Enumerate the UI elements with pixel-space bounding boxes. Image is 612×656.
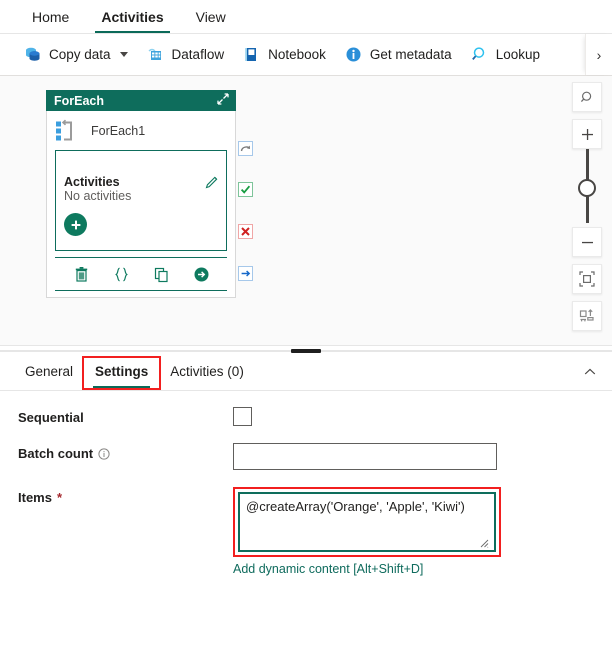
arrow-right-icon [241, 270, 251, 277]
tab-general[interactable]: General [14, 358, 84, 388]
pencil-icon[interactable] [205, 175, 219, 189]
plus-icon [71, 220, 80, 229]
batch-count-input[interactable] [233, 443, 497, 470]
dataflow-button[interactable]: Dataflow [137, 41, 234, 68]
magnifier-icon [580, 91, 591, 102]
items-textarea[interactable] [238, 492, 496, 552]
notebook-button[interactable]: Notebook [233, 41, 335, 68]
curly-braces-icon[interactable] [113, 266, 130, 283]
minus-icon [581, 241, 593, 243]
on-completion-connector[interactable] [238, 266, 253, 281]
sequential-checkbox[interactable] [233, 407, 252, 426]
properties-tab-bar: General Settings Activities (0) [0, 355, 612, 391]
properties-panel: General Settings Activities (0) Sequenti… [0, 355, 612, 576]
zoom-search-button[interactable] [572, 82, 602, 112]
zoom-slider-knob[interactable] [578, 179, 596, 197]
get-metadata-button[interactable]: Get metadata [335, 41, 461, 68]
foreach-activity-row: ForEach1 [47, 111, 235, 149]
foreach-activities-container[interactable]: Activities No activities [55, 150, 227, 251]
required-marker: * [56, 490, 63, 505]
dataflow-icon [146, 45, 165, 64]
tab-activities[interactable]: Activities (0) [159, 358, 255, 388]
no-activities-text: No activities [64, 189, 132, 203]
field-row-items: Items * Add dynamic content [Alt+Shift+D… [0, 487, 612, 576]
batch-count-label: Batch count [18, 443, 233, 461]
trash-icon[interactable] [73, 266, 90, 283]
on-success-connector[interactable] [238, 182, 253, 197]
fit-to-screen-button[interactable] [572, 264, 602, 294]
lookup-button[interactable]: Lookup [461, 41, 549, 68]
foreach-node-body: ForEach1 Activities No activities [46, 111, 236, 298]
add-dynamic-content-link[interactable]: Add dynamic content [Alt+Shift+D] [233, 562, 501, 576]
command-bar-overflow-button[interactable]: › [585, 34, 612, 75]
info-icon[interactable] [98, 447, 110, 460]
auto-align-icon [579, 309, 594, 322]
items-label: Items * [18, 490, 63, 505]
copy-data-button[interactable]: Copy data [14, 41, 137, 68]
zoom-out-button[interactable] [572, 227, 602, 257]
foreach-loop-icon [55, 119, 81, 143]
ribbon-tab-home[interactable]: Home [18, 7, 83, 33]
foreach-node-header[interactable]: ForEach [46, 90, 236, 111]
settings-form: Sequential Batch count Items * @createAr… [0, 391, 612, 576]
magnifier-icon [470, 45, 489, 64]
foreach-activity-node[interactable]: ForEach ForEach1 Activities No activitie… [46, 90, 236, 298]
database-icon [23, 45, 42, 64]
get-metadata-label: Get metadata [369, 47, 452, 62]
dataflow-label: Dataflow [171, 47, 225, 62]
on-failure-connector[interactable] [238, 224, 253, 239]
pipeline-canvas[interactable]: ForEach ForEach1 Activities No activitie… [0, 76, 612, 346]
tab-settings[interactable]: Settings [82, 355, 162, 390]
foreach-activity-name: ForEach1 [91, 124, 146, 138]
splitter-drag-handle[interactable] [291, 349, 321, 353]
items-highlight-box [233, 487, 501, 557]
copy-icon[interactable] [153, 266, 170, 283]
add-activity-button[interactable] [64, 213, 87, 236]
copy-data-label: Copy data [49, 47, 111, 62]
plus-icon [581, 128, 593, 140]
ribbon-tab-view[interactable]: View [182, 7, 240, 33]
skip-arrow-icon [240, 145, 251, 152]
node-bottom-divider [55, 290, 227, 291]
ribbon-tab-bar: Home Activities View [0, 0, 612, 33]
on-skip-connector[interactable] [238, 141, 253, 156]
notebook-label: Notebook [268, 47, 326, 62]
items-textarea-wrapper [238, 492, 496, 552]
chevron-up-icon[interactable] [582, 364, 598, 380]
field-row-batch-count: Batch count [0, 443, 612, 470]
field-row-sequential: Sequential [0, 407, 612, 426]
sequential-label: Sequential [18, 410, 84, 425]
lookup-label: Lookup [495, 47, 540, 62]
command-bar: Copy data Dataflow Notebook Get metadata… [0, 33, 612, 76]
zoom-in-button[interactable] [572, 119, 602, 149]
info-circle-icon [344, 45, 363, 64]
chevron-down-icon[interactable] [119, 52, 128, 57]
activities-label: Activities [64, 175, 120, 189]
foreach-node-title: ForEach [54, 93, 105, 108]
items-field-group: Add dynamic content [Alt+Shift+D] [233, 487, 501, 576]
fit-screen-icon [579, 271, 595, 287]
auto-align-button[interactable] [572, 301, 602, 331]
canvas-controls [572, 82, 602, 338]
panel-splitter[interactable] [0, 346, 612, 355]
arrow-circle-right-icon[interactable] [193, 266, 210, 283]
ribbon-tab-activities[interactable]: Activities [87, 7, 177, 33]
expand-collapse-arrows-icon[interactable] [216, 92, 230, 109]
check-icon [240, 185, 251, 194]
x-icon [241, 227, 250, 236]
notebook-icon [242, 45, 261, 64]
foreach-node-action-bar [55, 257, 227, 286]
